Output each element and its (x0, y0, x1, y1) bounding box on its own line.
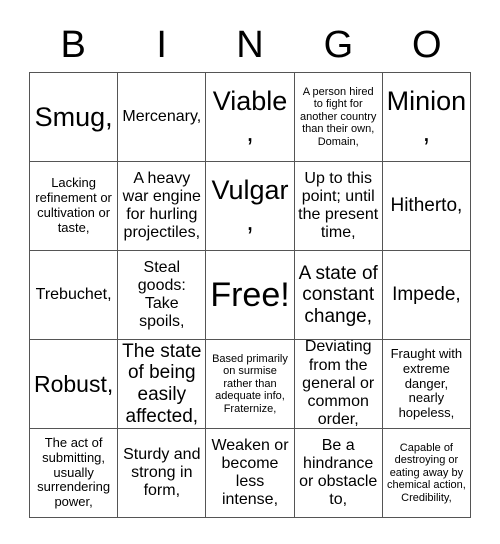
bingo-cell-text: Free! (210, 275, 290, 314)
bingo-cell-text: Robust, (33, 370, 114, 397)
bingo-cell-text: Lacking refinement or cultivation or tas… (35, 175, 112, 235)
bingo-cell[interactable]: Up to this point; until the present time… (294, 162, 383, 251)
bingo-cell-text: Minion, (386, 86, 467, 147)
bingo-cell[interactable]: Impede, (382, 251, 471, 340)
bingo-cell-text: A person hired to fight for another coun… (299, 85, 377, 148)
bingo-cell[interactable]: A heavy war engine for hurling projectil… (118, 162, 207, 251)
bingo-cell[interactable]: Lacking refinement or cultivation or tas… (30, 162, 119, 251)
bingo-cell-text: Capable of destroying or eating away by … (386, 441, 466, 504)
bingo-cell-text: The act of submitting, usually surrender… (37, 434, 111, 510)
bingo-header-letter-b: B (60, 24, 86, 66)
bingo-header: B I N G O (29, 18, 471, 72)
bingo-cell[interactable]: Steal goods: Take spoils, (118, 251, 207, 340)
bingo-cell-text: The state of being easily affected, (122, 340, 202, 427)
bingo-cell[interactable]: Robust, (30, 340, 119, 429)
bingo-cell[interactable]: Viable, (206, 73, 295, 162)
bingo-header-letter-n: N (236, 24, 264, 66)
bingo-cell-text: Mercenary, (122, 107, 202, 125)
bingo-cell-text: Trebuchet, (35, 285, 112, 303)
bingo-cell-text: Hitherto, (390, 195, 463, 217)
bingo-header-letter-o: O (412, 24, 442, 66)
bingo-header-letter-g: G (323, 24, 354, 66)
bingo-cell[interactable]: The state of being easily affected, (118, 340, 207, 429)
bingo-cell-text: Impede, (392, 284, 461, 306)
bingo-cell[interactable]: Vulgar, (206, 162, 295, 251)
bingo-cell-text: Vulgar, (211, 175, 289, 236)
bingo-cell[interactable]: Be a hindrance or obstacle to, (294, 429, 383, 518)
bingo-cell-text: Viable, (212, 86, 288, 147)
bingo-cell-text: A heavy war engine for hurling projectil… (122, 169, 201, 242)
bingo-cell-text: Up to this point; until the present time… (298, 169, 379, 242)
bingo-cell[interactable]: Sturdy and strong in form, (118, 429, 207, 518)
bingo-cell[interactable]: Mercenary, (118, 73, 207, 162)
bingo-cell[interactable]: Minion, (382, 73, 471, 162)
bingo-cell[interactable]: Capable of destroying or eating away by … (382, 429, 471, 518)
bingo-cell[interactable]: A person hired to fight for another coun… (294, 73, 383, 162)
bingo-free-cell[interactable]: Free! (206, 251, 295, 340)
bingo-grid: Smug, Mercenary, Viable, A person hired to … (29, 72, 471, 518)
bingo-cell[interactable]: Deviating from the general or common ord… (294, 340, 383, 429)
bingo-header-letter-i: I (156, 24, 167, 66)
bingo-cell-text: Based primarily on surmise rather than a… (212, 352, 288, 415)
bingo-cell-text: Steal goods: Take spoils, (137, 258, 186, 331)
bingo-cell[interactable]: Weaken or become less intense, (206, 429, 295, 518)
bingo-card: B I N G O Smug, Mercenary, Viable, A person… (0, 0, 500, 544)
bingo-cell[interactable]: Trebuchet, (30, 251, 119, 340)
bingo-cell[interactable]: Based primarily on surmise rather than a… (206, 340, 295, 429)
bingo-cell-text: Weaken or become less intense, (211, 436, 289, 509)
bingo-cell[interactable]: A state of constant change, (294, 251, 383, 340)
bingo-cell-text: Smug, (34, 101, 113, 132)
bingo-cell-text: Fraught with extreme danger, nearly hope… (390, 345, 463, 421)
bingo-cell[interactable]: The act of submitting, usually surrender… (30, 429, 119, 518)
bingo-cell-text: A state of constant change, (298, 262, 378, 327)
bingo-cell-text: Be a hindrance or obstacle to, (299, 436, 378, 509)
bingo-cell[interactable]: Smug, (30, 73, 119, 162)
bingo-cell-text: Sturdy and strong in form, (123, 445, 201, 500)
bingo-cell[interactable]: Hitherto, (382, 162, 471, 251)
bingo-cell-text: Deviating from the general or common ord… (302, 340, 375, 429)
bingo-cell[interactable]: Fraught with extreme danger, nearly hope… (382, 340, 471, 429)
